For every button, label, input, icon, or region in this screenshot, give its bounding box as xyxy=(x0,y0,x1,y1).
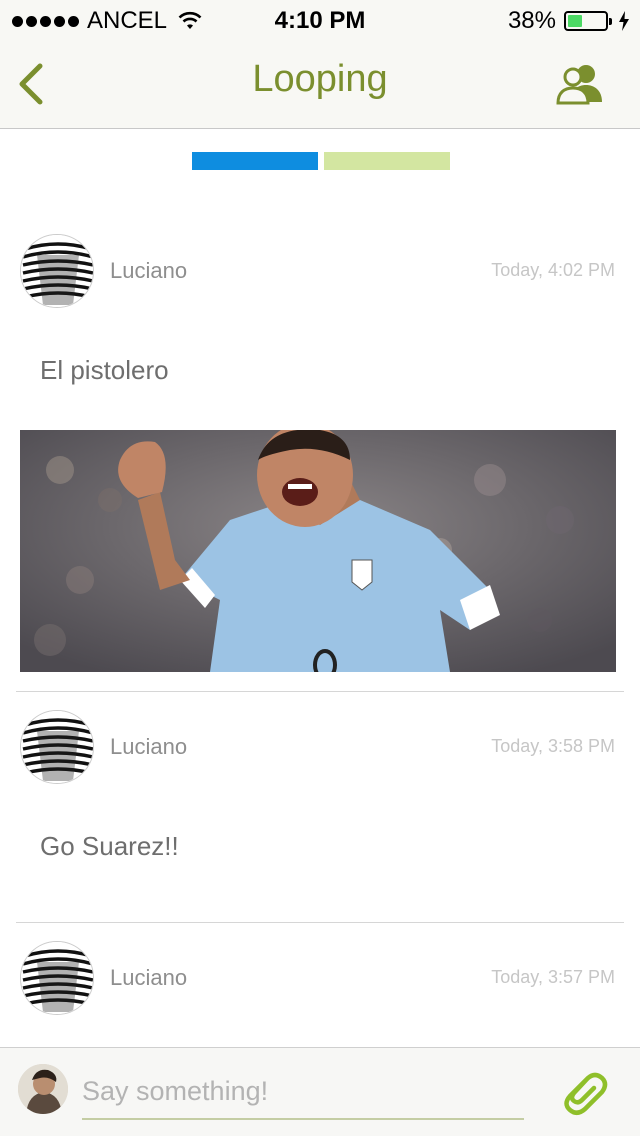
avatar[interactable] xyxy=(20,234,94,308)
feed-post: Luciano Today, 4:02 PM El pistolero xyxy=(0,200,640,672)
page-indicator-segment[interactable] xyxy=(324,152,450,170)
page-title: Looping xyxy=(252,58,388,100)
avatar[interactable] xyxy=(20,710,94,784)
current-user-avatar xyxy=(18,1064,68,1114)
battery-level xyxy=(568,15,582,27)
navigation-bar: Looping xyxy=(0,40,640,129)
message-input[interactable] xyxy=(82,1064,524,1120)
users-icon xyxy=(556,65,602,105)
page-indicator xyxy=(192,152,450,170)
post-header: Luciano Today, 4:02 PM xyxy=(0,234,640,314)
members-button[interactable] xyxy=(556,62,604,106)
post-author[interactable]: Luciano xyxy=(110,734,187,760)
paperclip-icon xyxy=(564,1072,608,1115)
post-header: Luciano Today, 3:57 PM xyxy=(0,941,640,1021)
post-timestamp: Today, 3:57 PM xyxy=(491,967,615,987)
feed-post: Luciano Today, 3:58 PM Go Suarez!! xyxy=(0,692,640,862)
charging-icon xyxy=(619,11,629,31)
post-header: Luciano Today, 3:58 PM xyxy=(0,710,640,790)
post-timestamp: Today, 3:58 PM xyxy=(491,736,615,756)
post-author[interactable]: Luciano xyxy=(110,965,187,991)
post-author[interactable]: Luciano xyxy=(110,258,187,284)
post-timestamp: Today, 4:02 PM xyxy=(491,260,615,280)
post-image[interactable] xyxy=(20,430,616,672)
battery-percent: 38% xyxy=(507,7,556,34)
post-text: Go Suarez!! xyxy=(40,831,179,861)
battery-icon xyxy=(564,11,612,31)
status-bar: ANCEL 4:10 PM 38% xyxy=(0,0,640,40)
status-right: 38% xyxy=(508,7,630,35)
message-feed[interactable]: Luciano Today, 4:02 PM El pistolero Luci… xyxy=(0,200,640,1047)
post-text: El pistolero xyxy=(40,355,169,385)
attach-button[interactable] xyxy=(558,1066,608,1116)
message-composer xyxy=(0,1047,640,1136)
page-indicator-segment-active[interactable] xyxy=(192,152,318,170)
avatar[interactable] xyxy=(20,941,94,1015)
feed-post: Luciano Today, 3:57 PM xyxy=(0,923,640,1021)
